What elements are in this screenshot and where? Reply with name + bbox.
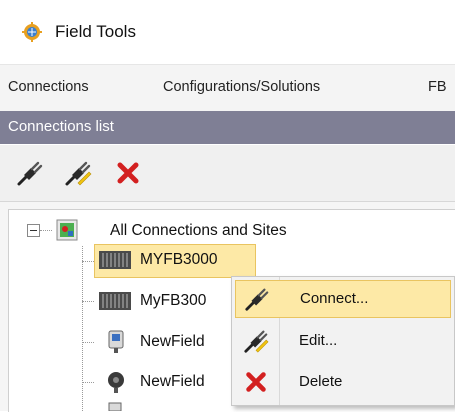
context-menu-connect[interactable]: Connect...: [235, 280, 451, 318]
tree-root-label[interactable]: All Connections and Sites: [110, 222, 287, 240]
plug-edit-icon: [244, 330, 269, 353]
plug-connect-icon[interactable]: [16, 159, 44, 187]
connections-list-header: Connections list: [0, 111, 455, 144]
tree-line: [82, 301, 94, 302]
gear-globe-icon: [22, 22, 42, 42]
device-sensor-icon: [108, 372, 124, 393]
tree-item-label[interactable]: NewField: [140, 373, 205, 391]
tree-line: [82, 382, 94, 383]
window-title: Field Tools: [55, 22, 136, 41]
tree-line: [82, 246, 83, 411]
collapse-toggle[interactable]: [27, 224, 40, 237]
tree-line: [82, 342, 94, 343]
context-menu-delete[interactable]: Delete: [235, 364, 449, 400]
panel-title: Connections list: [8, 118, 114, 135]
menu-fb[interactable]: FB: [428, 79, 447, 95]
menu-configurations-solutions[interactable]: Configurations/Solutions: [163, 79, 320, 95]
tree-line: [40, 230, 52, 231]
menu-connections[interactable]: Connections: [8, 79, 89, 95]
tree-line: [82, 261, 94, 262]
tree-item-label[interactable]: MYFB3000: [140, 251, 218, 269]
tree-item-label[interactable]: NewField: [140, 333, 205, 351]
context-menu: Connect... Edit... Delete: [231, 276, 455, 406]
plug-edit-icon[interactable]: [64, 159, 92, 187]
toolbar: [0, 145, 455, 202]
device-meter-icon: [108, 330, 124, 353]
plug-connect-icon: [245, 288, 269, 311]
device-rack-icon: [99, 251, 131, 269]
context-menu-label: Edit...: [299, 332, 338, 349]
context-menu-label: Delete: [299, 373, 343, 390]
context-menu-label: Connect...: [300, 290, 369, 307]
device-meter-icon: [108, 402, 122, 411]
delete-x-icon[interactable]: [114, 159, 142, 187]
title-bar: Field Tools: [0, 0, 455, 64]
menu-bar: Connections Configurations/Solutions FB: [0, 64, 455, 111]
device-rack-icon: [99, 292, 131, 310]
delete-x-icon: [246, 372, 266, 392]
tree-item-label[interactable]: MyFB300: [140, 292, 206, 310]
sites-map-icon: [56, 219, 78, 241]
context-menu-edit[interactable]: Edit...: [235, 323, 449, 359]
